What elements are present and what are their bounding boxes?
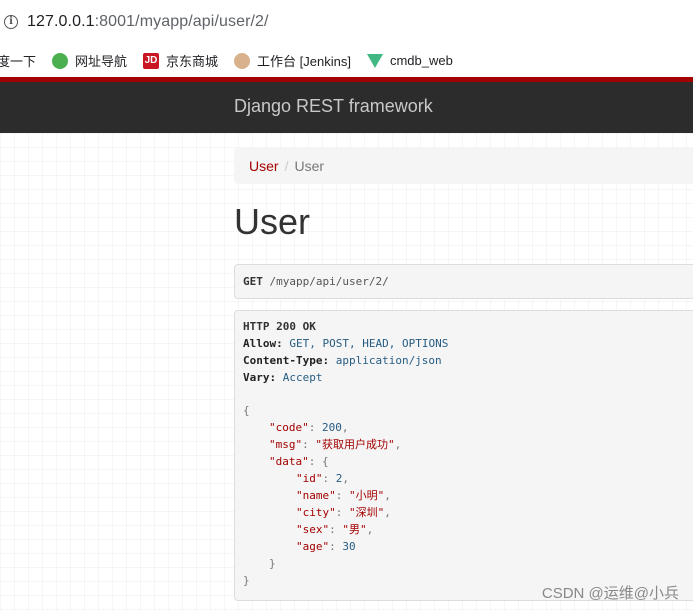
- json-line-msg: "msg": "获取用户成功",: [269, 438, 402, 451]
- bookmarks-bar: 度一下 网址导航 JD 京东商城 工作台 [Jenkins] cmdb_web: [0, 44, 693, 77]
- json-line-city: "city": "深圳",: [296, 506, 391, 519]
- json-open-brace: {: [243, 404, 250, 417]
- drf-navbar: Django REST framework: [0, 77, 693, 133]
- nav-icon: [52, 52, 69, 69]
- request-method: GET: [243, 275, 263, 288]
- breadcrumb-separator: /: [284, 158, 289, 174]
- header-vary: Vary: Accept: [243, 371, 323, 384]
- header-allow: Allow: GET, POST, HEAD, OPTIONS: [243, 337, 449, 350]
- bookmark-nav[interactable]: 网址导航: [52, 51, 127, 70]
- json-line-data: "data": {: [269, 455, 329, 468]
- json-line-code: "code": 200,: [269, 421, 349, 434]
- jenkins-icon: [234, 52, 251, 69]
- request-path: /myapp/api/user/2/: [262, 275, 389, 288]
- request-info: GET /myapp/api/user/2/: [234, 264, 693, 299]
- bookmark-label: cmdb_web: [389, 53, 453, 68]
- url-text[interactable]: 127.0.0.1:8001/myapp/api/user/2/: [27, 13, 269, 31]
- breadcrumb-active-user: User: [294, 158, 325, 174]
- bookmark-label: 度一下: [0, 54, 37, 69]
- bookmark-jenkins[interactable]: 工作台 [Jenkins]: [234, 51, 351, 70]
- site-info-icon[interactable]: i: [4, 15, 18, 29]
- json-line-sex: "sex": "男",: [296, 523, 374, 536]
- json-line-age: "age": 30: [296, 540, 356, 553]
- json-line-id: "id": 2,: [296, 472, 349, 485]
- bookmark-label: 网址导航: [75, 54, 128, 69]
- page-title: User: [234, 201, 311, 242]
- navbar-brand[interactable]: Django REST framework: [234, 96, 433, 117]
- csdn-watermark: CSDN @运维@小兵: [541, 585, 679, 602]
- jd-icon: JD: [143, 52, 160, 69]
- response-status: HTTP 200 OK: [243, 320, 316, 333]
- browser-url-bar[interactable]: i 127.0.0.1:8001/myapp/api/user/2/: [0, 0, 693, 44]
- json-data-close: }: [269, 557, 276, 570]
- breadcrumb: User / User: [234, 148, 693, 184]
- header-content-type: Content-Type: application/json: [243, 354, 442, 367]
- bookmark-jd[interactable]: JD 京东商城: [143, 51, 218, 70]
- vue-icon: [366, 53, 383, 68]
- breadcrumb-link-user[interactable]: User: [249, 158, 279, 174]
- bookmark-label: 京东商城: [166, 54, 219, 69]
- bookmark-cmdb[interactable]: cmdb_web: [366, 53, 453, 68]
- bookmark-baidu[interactable]: 度一下: [0, 51, 36, 70]
- url-path: :8001/myapp/api/user/2/: [94, 13, 269, 30]
- json-line-name: "name": "小明",: [296, 489, 391, 502]
- response-info: HTTP 200 OK Allow: GET, POST, HEAD, OPTIO…: [234, 310, 693, 601]
- bookmark-label: 工作台 [Jenkins]: [257, 54, 351, 69]
- url-host: 127.0.0.1: [27, 13, 95, 30]
